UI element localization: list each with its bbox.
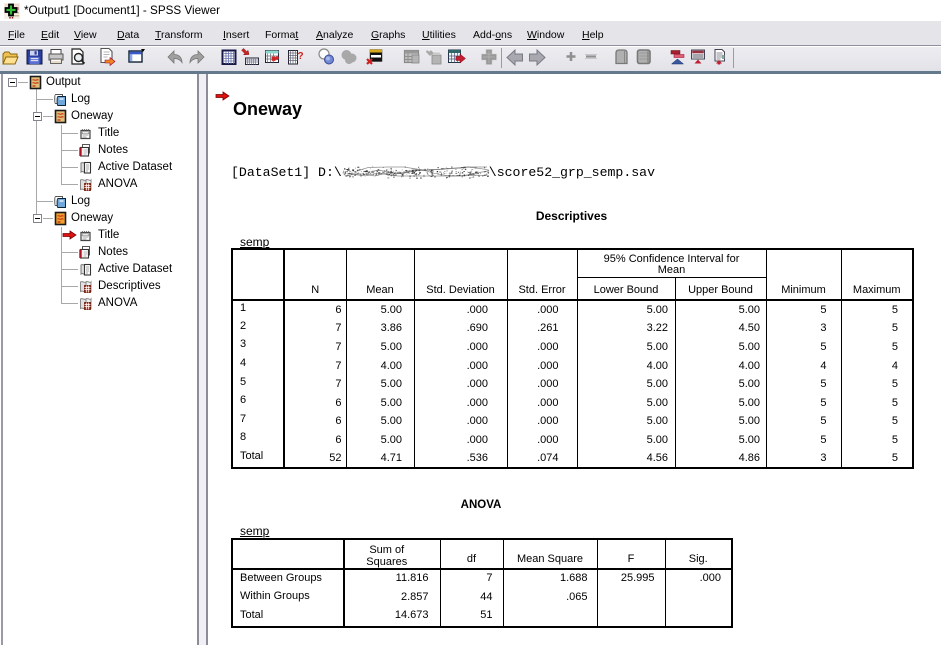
svg-text:?: ? <box>298 51 304 62</box>
